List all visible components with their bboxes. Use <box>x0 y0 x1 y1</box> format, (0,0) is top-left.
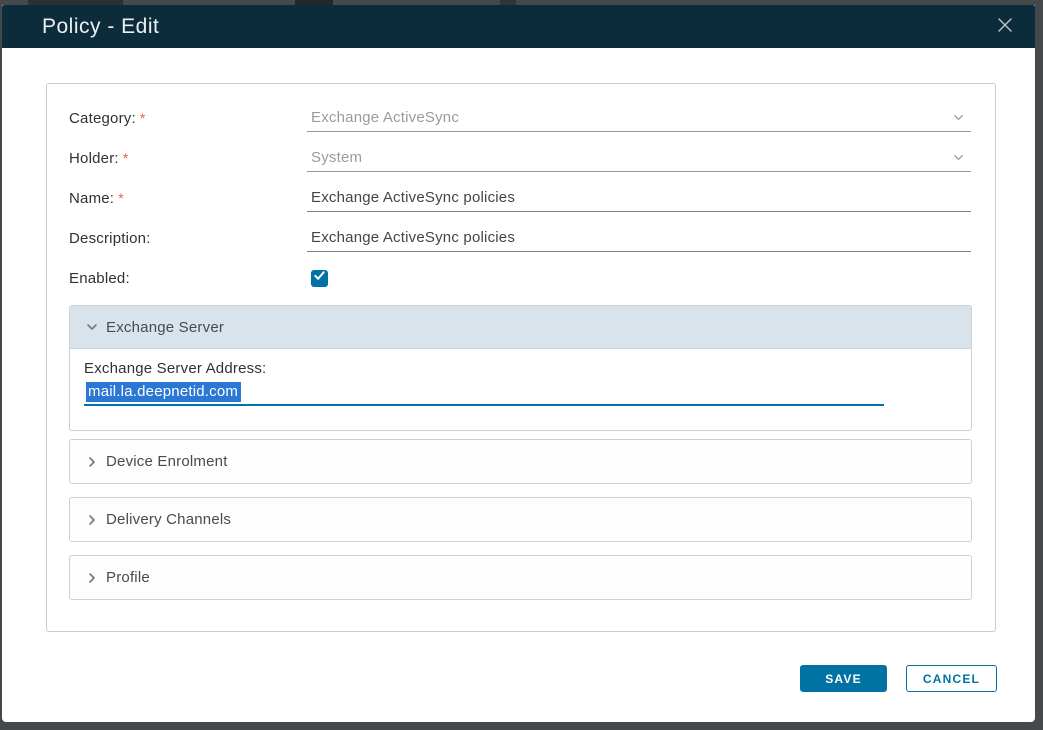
holder-select-value: System <box>311 149 362 166</box>
holder-select[interactable]: System <box>307 144 971 172</box>
chevron-down-icon <box>952 151 965 169</box>
holder-label: Holder:* <box>69 150 307 167</box>
section-header-delivery-channels[interactable]: Delivery Channels <box>70 498 971 541</box>
cancel-button[interactable]: CANCEL <box>906 665 997 692</box>
enabled-label: Enabled: <box>69 270 307 287</box>
section-header-device-enrolment[interactable]: Device Enrolment <box>70 440 971 483</box>
form-row-description: Description: Exchange ActiveSync policie… <box>69 218 995 258</box>
name-label: Name:* <box>69 190 307 207</box>
description-input-value: Exchange ActiveSync policies <box>311 229 515 246</box>
name-input-value: Exchange ActiveSync policies <box>311 189 515 206</box>
enabled-checkbox[interactable] <box>311 270 328 287</box>
description-label: Description: <box>69 230 307 247</box>
section-delivery-channels: Delivery Channels <box>69 497 972 542</box>
enabled-label-text: Enabled: <box>69 270 130 287</box>
chevron-right-icon <box>85 571 99 585</box>
section-title: Exchange Server <box>106 319 224 336</box>
chevron-down-icon <box>85 320 99 334</box>
chevron-right-icon <box>85 455 99 469</box>
form-row-category: Category:* Exchange ActiveSync <box>69 98 995 138</box>
required-asterisk: * <box>140 110 146 126</box>
holder-label-text: Holder: <box>69 150 119 167</box>
name-input[interactable]: Exchange ActiveSync policies <box>307 184 971 212</box>
category-select-value: Exchange ActiveSync <box>311 109 459 126</box>
dialog-title: Policy - Edit <box>42 15 159 39</box>
description-label-text: Description: <box>69 230 151 247</box>
category-label: Category:* <box>69 110 307 127</box>
section-profile: Profile <box>69 555 972 600</box>
section-title: Profile <box>106 569 150 586</box>
form-row-enabled: Enabled: <box>69 258 995 298</box>
selected-text: mail.la.deepnetid.com <box>86 382 241 402</box>
section-exchange-server: Exchange Server Exchange Server Address:… <box>69 305 972 431</box>
close-button[interactable] <box>995 17 1015 37</box>
policy-form-panel: Category:* Exchange ActiveSync Holder:* … <box>46 83 996 632</box>
name-label-text: Name: <box>69 190 114 207</box>
exchange-server-address-input[interactable]: mail.la.deepnetid.com <box>84 380 884 406</box>
section-device-enrolment: Device Enrolment <box>69 439 972 484</box>
category-select[interactable]: Exchange ActiveSync <box>307 104 971 132</box>
dialog-header: Policy - Edit <box>2 5 1035 48</box>
chevron-right-icon <box>85 513 99 527</box>
chevron-down-icon <box>952 111 965 129</box>
description-input[interactable]: Exchange ActiveSync policies <box>307 224 971 252</box>
dialog-footer: SAVE CANCEL <box>800 665 997 692</box>
section-title: Device Enrolment <box>106 453 228 470</box>
form-row-holder: Holder:* System <box>69 138 995 178</box>
policy-edit-dialog: Policy - Edit Category:* Exchange Active… <box>2 5 1035 722</box>
exchange-server-address-label: Exchange Server Address: <box>84 360 971 377</box>
close-icon <box>996 16 1014 39</box>
section-header-exchange-server[interactable]: Exchange Server <box>70 306 971 349</box>
section-title: Delivery Channels <box>106 511 231 528</box>
checkmark-icon <box>313 269 326 287</box>
form-row-name: Name:* Exchange ActiveSync policies <box>69 178 995 218</box>
save-button[interactable]: SAVE <box>800 665 887 692</box>
section-header-profile[interactable]: Profile <box>70 556 971 599</box>
required-asterisk: * <box>123 150 129 166</box>
exchange-server-content: Exchange Server Address: mail.la.deepnet… <box>70 349 971 406</box>
category-label-text: Category: <box>69 110 136 127</box>
required-asterisk: * <box>118 190 124 206</box>
